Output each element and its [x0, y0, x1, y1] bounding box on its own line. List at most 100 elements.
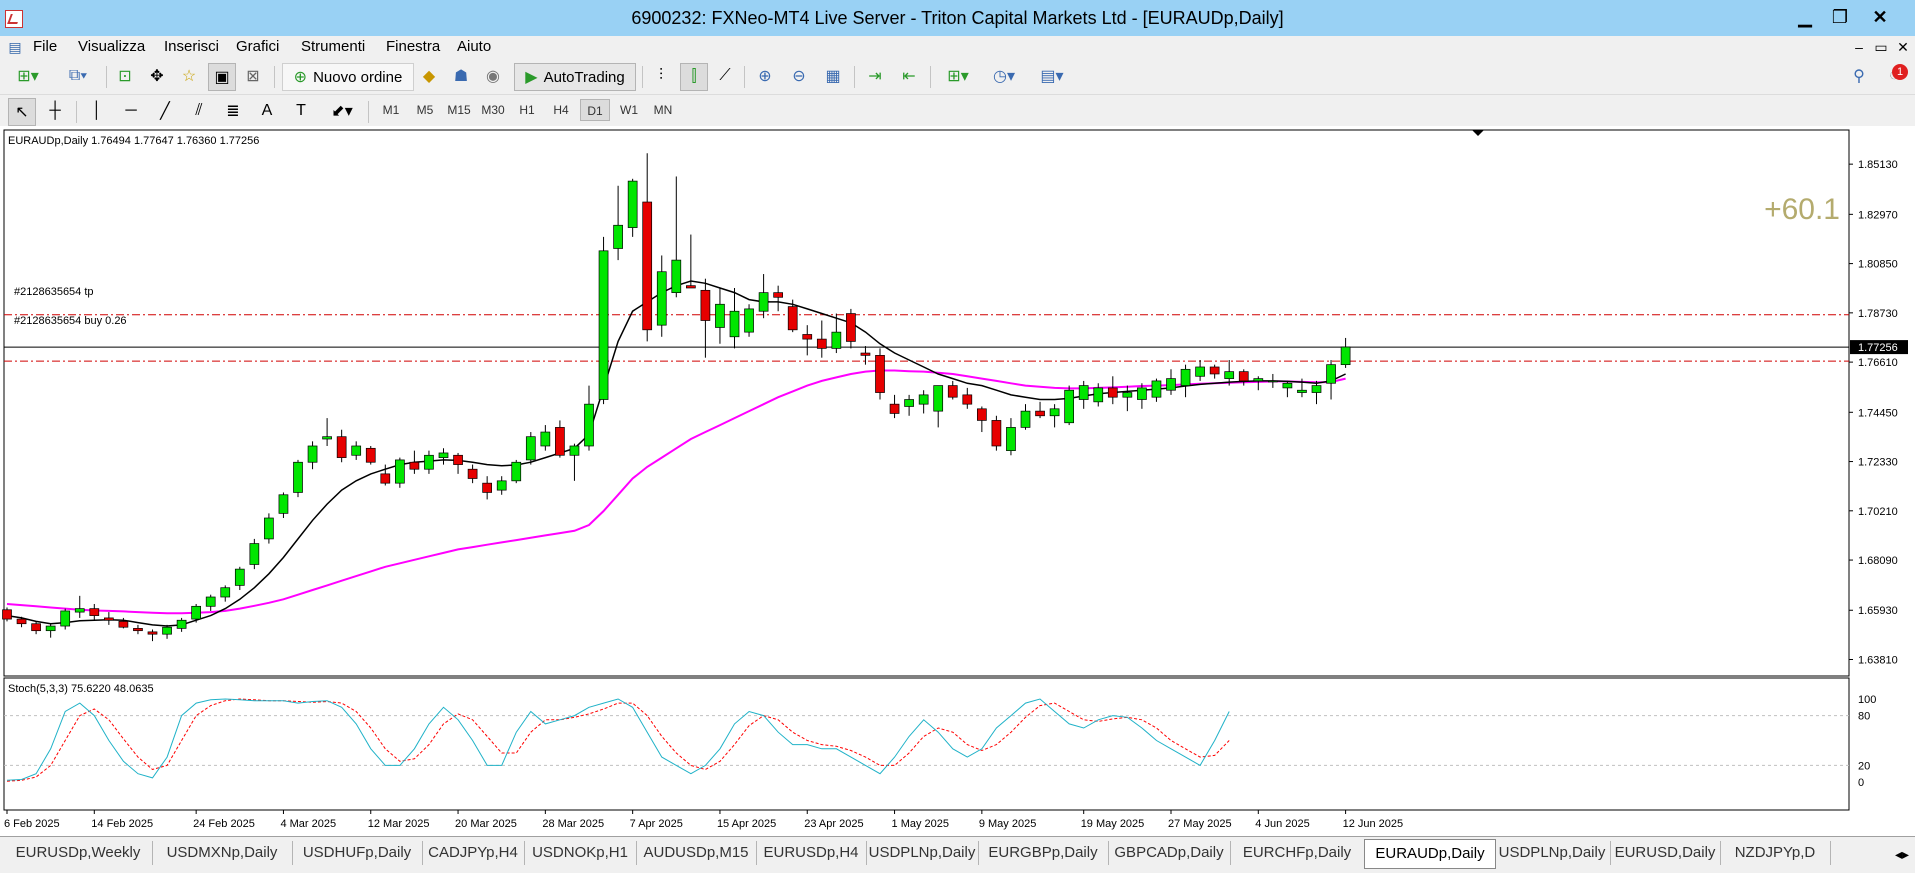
zoom-out-icon[interactable]: ⊖: [786, 63, 812, 89]
candle: [293, 459, 303, 498]
date-tick-label: 4 Mar 2025: [280, 818, 336, 830]
document-icon[interactable]: ▤: [4, 36, 26, 58]
text-icon[interactable]: A: [254, 98, 280, 124]
vertical-line-icon[interactable]: │: [84, 98, 110, 124]
chart-shift-icon[interactable]: ⇤: [896, 63, 922, 89]
bear-candle-body: [875, 355, 885, 393]
timeframe-d1[interactable]: D1: [580, 99, 610, 121]
auto-scroll-icon[interactable]: ⇥: [862, 63, 888, 89]
price-tick-label: 1.63810: [1858, 655, 1898, 667]
terminal-icon[interactable]: ▣: [208, 63, 236, 91]
candle: [525, 432, 536, 465]
bull-candle-body: [1253, 378, 1264, 382]
title-bar: 6900232: FXNeo-MT4 Live Server - Triton …: [0, 0, 1915, 36]
templates-icon[interactable]: ▤▾: [1032, 63, 1072, 89]
menu-charts[interactable]: Grafici: [236, 36, 279, 58]
chart-tab[interactable]: USDPLNp,Daily: [866, 841, 979, 865]
market-watch-icon[interactable]: ⊡: [112, 63, 138, 89]
mdi-minimize-button[interactable]: –: [1848, 36, 1870, 58]
chart-tab[interactable]: EURUSDp,Weekly: [4, 841, 153, 865]
timeframe-m30[interactable]: M30: [478, 99, 508, 121]
cursor-icon[interactable]: ↖: [8, 98, 36, 126]
crosshair-icon[interactable]: ┼: [42, 98, 68, 124]
timeframe-w1[interactable]: W1: [614, 99, 644, 121]
search-icon[interactable]: ⚲: [1846, 63, 1872, 89]
bull-candle-body: [1326, 364, 1336, 384]
periods-icon[interactable]: ◷▾: [984, 63, 1024, 89]
bear-candle-body: [118, 621, 129, 628]
menu-tools[interactable]: Strumenti: [301, 36, 365, 58]
chart-tab[interactable]: EURGBPp,Daily: [978, 841, 1109, 865]
fibonacci-icon[interactable]: ≣: [220, 98, 246, 124]
trendline-icon[interactable]: ╱: [152, 98, 178, 124]
chart-tab[interactable]: USDNOKp,H1: [524, 841, 637, 865]
chart-tab[interactable]: AUDUSDp,M15: [636, 841, 757, 865]
close-icon[interactable]: ✕: [1865, 4, 1895, 30]
tab-scroll-icon[interactable]: ◂▸: [1892, 843, 1912, 865]
market-icon[interactable]: ◉: [480, 63, 506, 89]
menu-insert[interactable]: Inserisci: [164, 36, 219, 58]
horizontal-line-icon[interactable]: ─: [118, 98, 144, 124]
bar-chart-icon[interactable]: ⫶: [648, 63, 674, 89]
chart-tab[interactable]: EURUSDp,H4: [756, 841, 867, 865]
chart-tab[interactable]: EURUSD,Daily: [1610, 841, 1721, 865]
mdi-restore-button[interactable]: ▭: [1870, 36, 1892, 58]
timeframe-h4[interactable]: H4: [546, 99, 576, 121]
date-tick-label: 23 Apr 2025: [804, 818, 863, 830]
date-tick-label: 14 Feb 2025: [91, 818, 153, 830]
chart-tab[interactable]: NZDJPYp,D: [1720, 841, 1831, 865]
chart-tab[interactable]: EURCHFp,Daily: [1230, 841, 1365, 865]
text-label-icon[interactable]: T: [288, 98, 314, 124]
bull-candle-body: [1064, 389, 1075, 424]
mdi-close-button[interactable]: ✕: [1892, 36, 1914, 58]
minimize-icon[interactable]: ▁: [1790, 4, 1820, 30]
autotrading-icon: ▶: [525, 69, 538, 86]
restore-icon[interactable]: ❐: [1825, 4, 1855, 30]
data-window-icon[interactable]: ✥: [144, 63, 170, 89]
line-chart-icon[interactable]: ⟋: [712, 63, 738, 89]
navigator-icon[interactable]: ☆: [176, 63, 202, 89]
channel-icon[interactable]: ⫽: [186, 98, 212, 124]
candlestick-icon[interactable]: ⫿: [680, 63, 708, 91]
menu-view[interactable]: Visualizza: [78, 36, 145, 58]
new-order-button[interactable]: ⊕ Nuovo ordine: [282, 63, 414, 91]
timeframe-mn[interactable]: MN: [648, 99, 678, 121]
chart-tab[interactable]: CADJPYp,H4: [422, 841, 525, 865]
chart-header: EURAUDp,Daily 1.76494 1.77647 1.76360 1.…: [8, 135, 259, 147]
metaeditor-icon[interactable]: ◆: [416, 63, 442, 89]
stochastic-header: Stoch(5,3,3) 75.6220 48.0635: [8, 683, 154, 695]
tile-windows-icon[interactable]: ▦: [820, 63, 846, 89]
timeframe-h1[interactable]: H1: [512, 99, 542, 121]
arrows-icon[interactable]: ⬋▾: [322, 98, 362, 124]
bull-candle-body: [424, 454, 434, 470]
drawing-toolbar: ↖ ┼ │ ─ ╱ ⫽ ≣ A T ⬋▾ M1 M5 M15 M30 H1 H4…: [0, 95, 1915, 126]
menu-file[interactable]: File: [33, 36, 57, 58]
profiles-icon[interactable]: ⧉▾: [58, 63, 98, 89]
price-tick-label: 1.68090: [1858, 555, 1898, 567]
chart-tab[interactable]: USDHUFp,Daily: [292, 841, 423, 865]
chart-window[interactable]: 1.85130 1.82970 1.80850 1.78730 1.76610 1.744…: [0, 126, 1915, 836]
menu-help[interactable]: Aiuto: [457, 36, 491, 58]
timeframe-m5[interactable]: M5: [410, 99, 440, 121]
indicators-icon[interactable]: ⊞▾: [938, 63, 978, 89]
zoom-in-icon[interactable]: ⊕: [752, 63, 778, 89]
date-tick-label: 20 Mar 2025: [455, 818, 517, 830]
new-chart-icon[interactable]: ⊞▾: [8, 63, 48, 89]
notifications-icon[interactable]: ◌ 1: [1880, 63, 1908, 89]
stoch-tick-label: 0: [1858, 777, 1864, 789]
chart-tab[interactable]: USDMXNp,Daily: [152, 841, 293, 865]
timeframe-m1[interactable]: M1: [376, 99, 406, 121]
date-tick-label: 28 Mar 2025: [542, 818, 604, 830]
date-tick-label: 12 Jun 2025: [1343, 818, 1404, 830]
signals-icon[interactable]: ☗: [448, 63, 474, 89]
strategy-tester-icon[interactable]: ⊠: [240, 63, 266, 89]
menu-window[interactable]: Finestra: [386, 36, 440, 58]
bull-candle-body: [569, 445, 580, 456]
price-chart[interactable]: 1.85130 1.82970 1.80850 1.78730 1.76610 1.744…: [0, 126, 1915, 836]
bull-candle-body: [176, 619, 187, 629]
autotrading-button[interactable]: ▶ AutoTrading: [514, 63, 636, 91]
chart-tab[interactable]: GBPCADp,Daily: [1108, 841, 1231, 865]
chart-tab[interactable]: USDPLNp,Daily: [1494, 841, 1611, 865]
timeframe-m15[interactable]: M15: [444, 99, 474, 121]
chart-tab[interactable]: EURAUDp,Daily: [1364, 839, 1496, 869]
